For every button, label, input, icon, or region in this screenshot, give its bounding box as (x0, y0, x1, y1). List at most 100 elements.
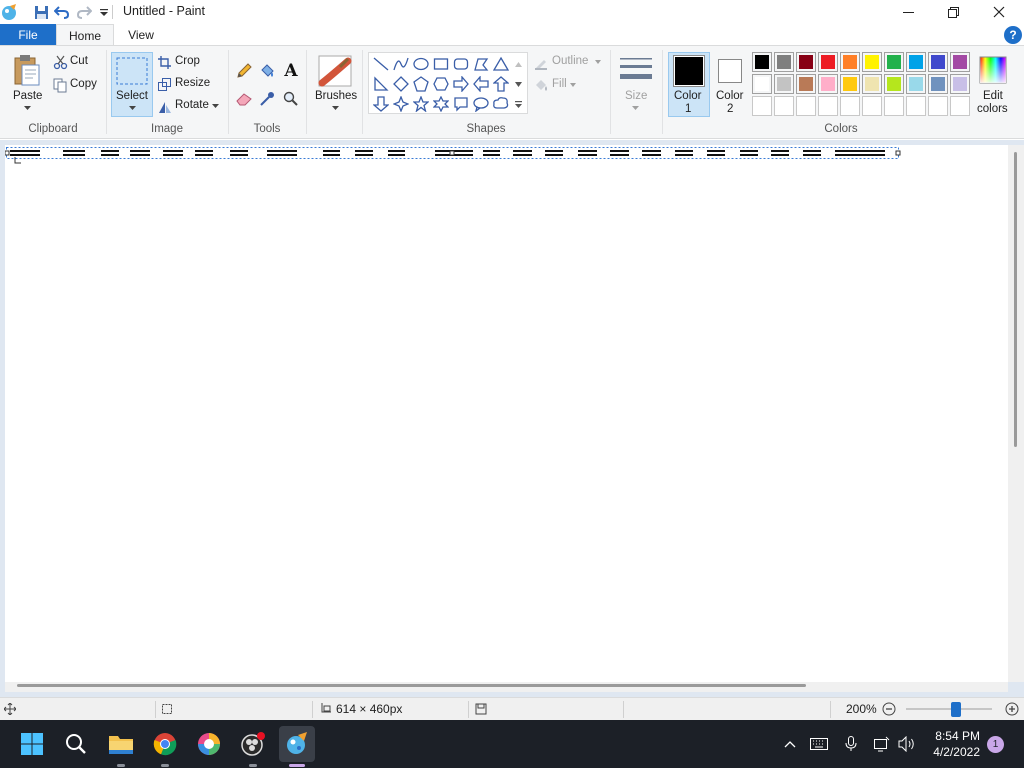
paint-taskbar-icon[interactable] (279, 726, 315, 762)
clock-date[interactable]: 4/2/2022 (920, 745, 980, 759)
shapes-scroll-up-icon[interactable] (511, 54, 525, 74)
tab-view[interactable]: View (118, 24, 164, 46)
clock-time[interactable]: 8:54 PM (920, 729, 980, 743)
hexagon-shape-icon[interactable] (431, 74, 451, 94)
size-dropdown-icon[interactable] (630, 104, 640, 112)
fill-dropdown-icon[interactable] (569, 82, 577, 88)
size-icon[interactable] (618, 54, 654, 86)
chrome-icon[interactable] (149, 728, 181, 760)
oval-shape-icon[interactable] (411, 54, 431, 74)
palette-swatch[interactable] (928, 74, 948, 94)
shapes-expand-icon[interactable] (511, 94, 525, 114)
palette-swatch[interactable] (906, 96, 926, 116)
palette-swatch[interactable] (774, 52, 794, 72)
magnifier-icon[interactable] (282, 90, 300, 108)
pencil-icon[interactable] (235, 62, 253, 80)
oval-callout-shape-icon[interactable] (471, 94, 491, 114)
scissors-icon[interactable] (52, 54, 68, 70)
paste-button[interactable]: Paste (13, 90, 42, 102)
color2-button[interactable] (718, 59, 742, 83)
fill-button[interactable]: Fill (552, 78, 567, 90)
palette-swatch[interactable] (906, 52, 926, 72)
palette-swatch[interactable] (928, 96, 948, 116)
shapes-scroll-down-icon[interactable] (511, 74, 525, 94)
right-arrow-shape-icon[interactable] (451, 74, 471, 94)
redo-icon[interactable] (75, 3, 93, 21)
minimize-button[interactable] (885, 0, 931, 24)
right-triangle-shape-icon[interactable] (371, 74, 391, 94)
palette-swatch[interactable] (774, 96, 794, 116)
palette-swatch[interactable] (752, 96, 772, 116)
color-picker-icon[interactable] (258, 90, 276, 108)
edit-colors-icon[interactable] (978, 55, 1008, 85)
palette-swatch[interactable] (818, 52, 838, 72)
rounded-rectangle-shape-icon[interactable] (451, 54, 471, 74)
microphone-icon[interactable] (837, 728, 865, 760)
horizontal-scroll-thumb[interactable] (17, 684, 806, 687)
rectangle-shape-icon[interactable] (431, 54, 451, 74)
customize-quick-access-icon[interactable] (95, 3, 113, 21)
paste-icon[interactable] (12, 54, 42, 86)
paste-dropdown-icon[interactable] (22, 104, 32, 112)
brushes-button[interactable]: Brushes (315, 90, 357, 102)
text-tool-icon[interactable]: A (282, 61, 300, 81)
size-button[interactable]: Size (625, 90, 647, 102)
chevron-up-icon[interactable] (776, 728, 804, 760)
crop-button[interactable]: Crop (175, 55, 200, 67)
left-arrow-shape-icon[interactable] (471, 74, 491, 94)
line-shape-icon[interactable] (371, 54, 391, 74)
outline-dropdown-icon[interactable] (594, 59, 602, 65)
palette-swatch[interactable] (818, 74, 838, 94)
palette-swatch[interactable] (950, 74, 970, 94)
down-arrow-shape-icon[interactable] (371, 94, 391, 114)
palette-swatch[interactable] (840, 74, 860, 94)
windows-start-icon[interactable] (16, 728, 48, 760)
palette-swatch[interactable] (840, 52, 860, 72)
palette-swatch[interactable] (862, 52, 882, 72)
rotate-button[interactable]: Rotate (175, 99, 209, 111)
palette-swatch[interactable] (796, 74, 816, 94)
palette-swatch[interactable] (928, 52, 948, 72)
obs-recorder-icon[interactable] (237, 728, 269, 760)
tab-home[interactable]: Home (56, 24, 114, 46)
palette-swatch[interactable] (906, 74, 926, 94)
palette-swatch[interactable] (950, 52, 970, 72)
palette-swatch[interactable] (840, 96, 860, 116)
zoom-slider-track[interactable] (906, 708, 992, 710)
six-point-star-shape-icon[interactable] (431, 94, 451, 114)
close-button[interactable] (976, 0, 1022, 24)
palette-swatch[interactable] (884, 52, 904, 72)
palette-swatch[interactable] (950, 96, 970, 116)
palette-swatch[interactable] (752, 52, 772, 72)
edit-colors-label-line1[interactable]: Edit (983, 90, 1003, 102)
rotate-dropdown-icon[interactable] (211, 103, 219, 109)
outline-button[interactable]: Outline (552, 55, 588, 67)
diamond-shape-icon[interactable] (391, 74, 411, 94)
eraser-icon[interactable] (235, 90, 253, 108)
palette-swatch[interactable] (818, 96, 838, 116)
help-icon[interactable]: ? (1004, 26, 1022, 44)
palette-swatch[interactable] (796, 52, 816, 72)
palette-swatch[interactable] (884, 74, 904, 94)
resize-icon[interactable] (157, 77, 172, 92)
brushes-dropdown-icon[interactable] (330, 104, 340, 112)
up-arrow-shape-icon[interactable] (491, 74, 511, 94)
rotate-icon[interactable] (157, 99, 172, 114)
zoom-out-icon[interactable] (881, 701, 897, 717)
zoom-in-icon[interactable] (1004, 701, 1020, 717)
polygon-shape-icon[interactable] (471, 54, 491, 74)
keyboard-icon[interactable] (805, 728, 833, 760)
paint-app-icon[interactable] (0, 3, 18, 21)
fill-bucket-icon[interactable] (258, 62, 276, 80)
four-point-star-shape-icon[interactable] (391, 94, 411, 114)
maximize-button[interactable] (930, 0, 976, 24)
edit-colors-label-line2[interactable]: colors (977, 103, 1008, 115)
brushes-icon[interactable] (317, 54, 353, 88)
select-dropdown-icon[interactable] (127, 104, 137, 112)
resize-button[interactable]: Resize (175, 77, 210, 89)
save-icon[interactable] (32, 3, 50, 21)
copy-icon[interactable] (52, 77, 68, 93)
curve-shape-icon[interactable] (391, 54, 411, 74)
rounded-callout-shape-icon[interactable] (451, 94, 471, 114)
cloud-callout-shape-icon[interactable] (491, 94, 511, 114)
